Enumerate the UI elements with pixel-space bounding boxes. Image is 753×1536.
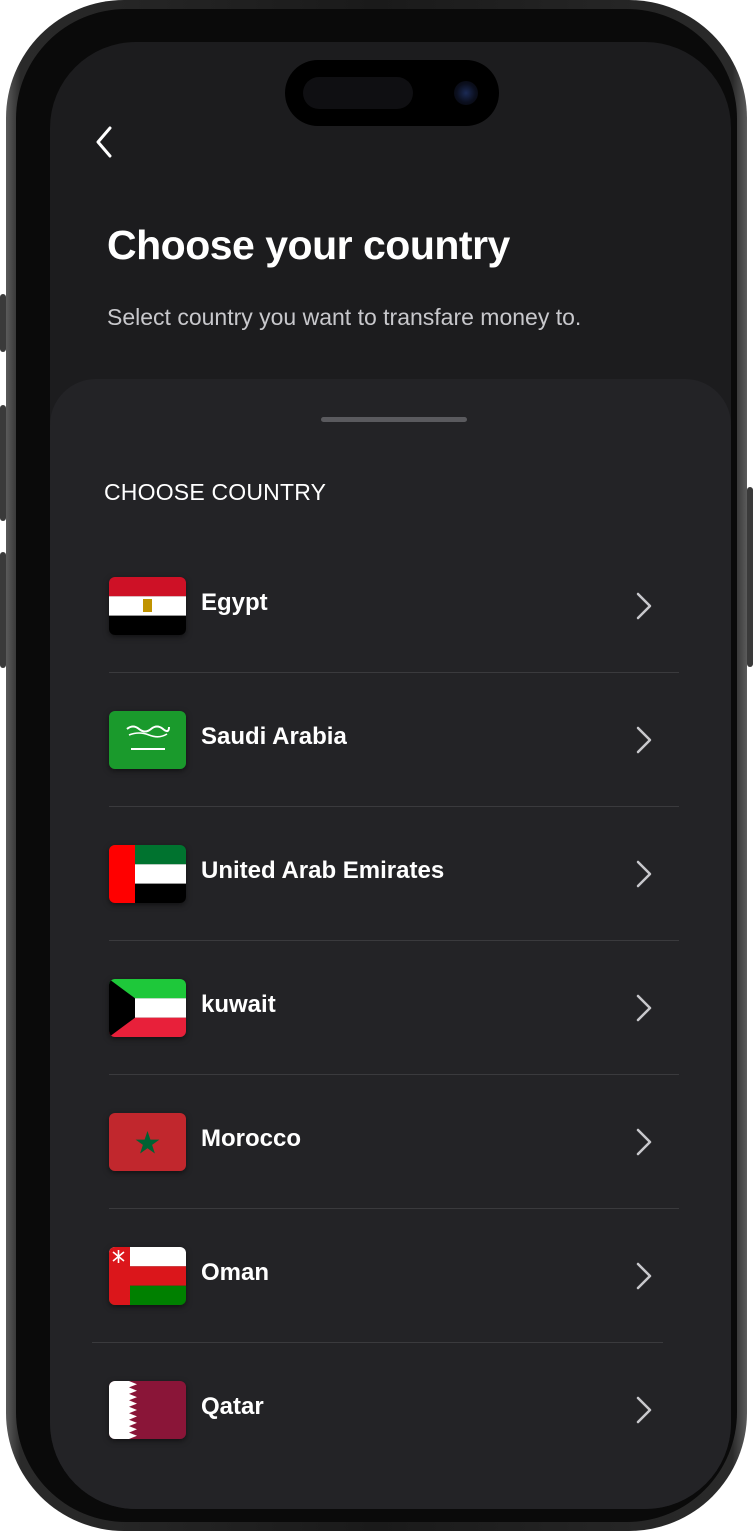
back-button[interactable] xyxy=(86,122,126,162)
volume-down-button xyxy=(0,552,6,668)
screen: Choose your country Select country you w… xyxy=(50,42,731,1509)
country-row-oman[interactable]: Oman xyxy=(50,1209,731,1343)
saudi-arabia-flag-icon xyxy=(109,711,186,769)
qatar-flag-icon xyxy=(109,1381,186,1439)
chevron-right-icon xyxy=(636,592,652,620)
camera-icon xyxy=(454,81,478,105)
sheet-grabber[interactable] xyxy=(321,417,467,422)
morocco-flag-icon xyxy=(109,1113,186,1171)
country-row-uae[interactable]: United Arab Emirates xyxy=(50,807,731,941)
country-name: Egypt xyxy=(201,589,268,616)
power-button xyxy=(747,487,753,667)
chevron-right-icon xyxy=(636,726,652,754)
country-row-egypt[interactable]: Egypt xyxy=(50,539,731,673)
country-sheet: CHOOSE COUNTRY Egypt Saudi Arabia United… xyxy=(50,379,731,1509)
chevron-right-icon xyxy=(636,1128,652,1156)
country-row-kuwait[interactable]: kuwait xyxy=(50,941,731,1075)
chevron-right-icon xyxy=(636,994,652,1022)
phone-frame: Choose your country Select country you w… xyxy=(0,0,753,1531)
page-title: Choose your country xyxy=(107,222,510,268)
country-name: United Arab Emirates xyxy=(201,857,445,884)
chevron-right-icon xyxy=(636,860,652,888)
page-subtitle: Select country you want to transfare mon… xyxy=(107,304,582,330)
egypt-flag-icon xyxy=(109,577,186,635)
oman-flag-icon xyxy=(109,1247,186,1305)
country-row-qatar[interactable]: Qatar xyxy=(50,1343,731,1477)
country-name: kuwait xyxy=(201,991,276,1018)
dynamic-island xyxy=(285,60,499,126)
section-label: CHOOSE COUNTRY xyxy=(104,479,327,505)
action-button xyxy=(0,294,6,352)
country-list: Egypt Saudi Arabia United Arab Emirates … xyxy=(50,539,731,1477)
sensor-pill xyxy=(303,77,413,109)
chevron-right-icon xyxy=(636,1262,652,1290)
country-row-morocco[interactable]: Morocco xyxy=(50,1075,731,1209)
chevron-right-icon xyxy=(636,1396,652,1424)
country-name: Saudi Arabia xyxy=(201,723,347,750)
country-name: Qatar xyxy=(201,1393,264,1420)
bezel: Choose your country Select country you w… xyxy=(16,9,737,1522)
kuwait-flag-icon xyxy=(109,979,186,1037)
country-name: Oman xyxy=(201,1259,270,1286)
country-name: Morocco xyxy=(201,1125,302,1152)
volume-up-button xyxy=(0,405,6,521)
country-row-saudi-arabia[interactable]: Saudi Arabia xyxy=(50,673,731,807)
chevron-left-icon xyxy=(96,126,112,158)
uae-flag-icon xyxy=(109,845,186,903)
